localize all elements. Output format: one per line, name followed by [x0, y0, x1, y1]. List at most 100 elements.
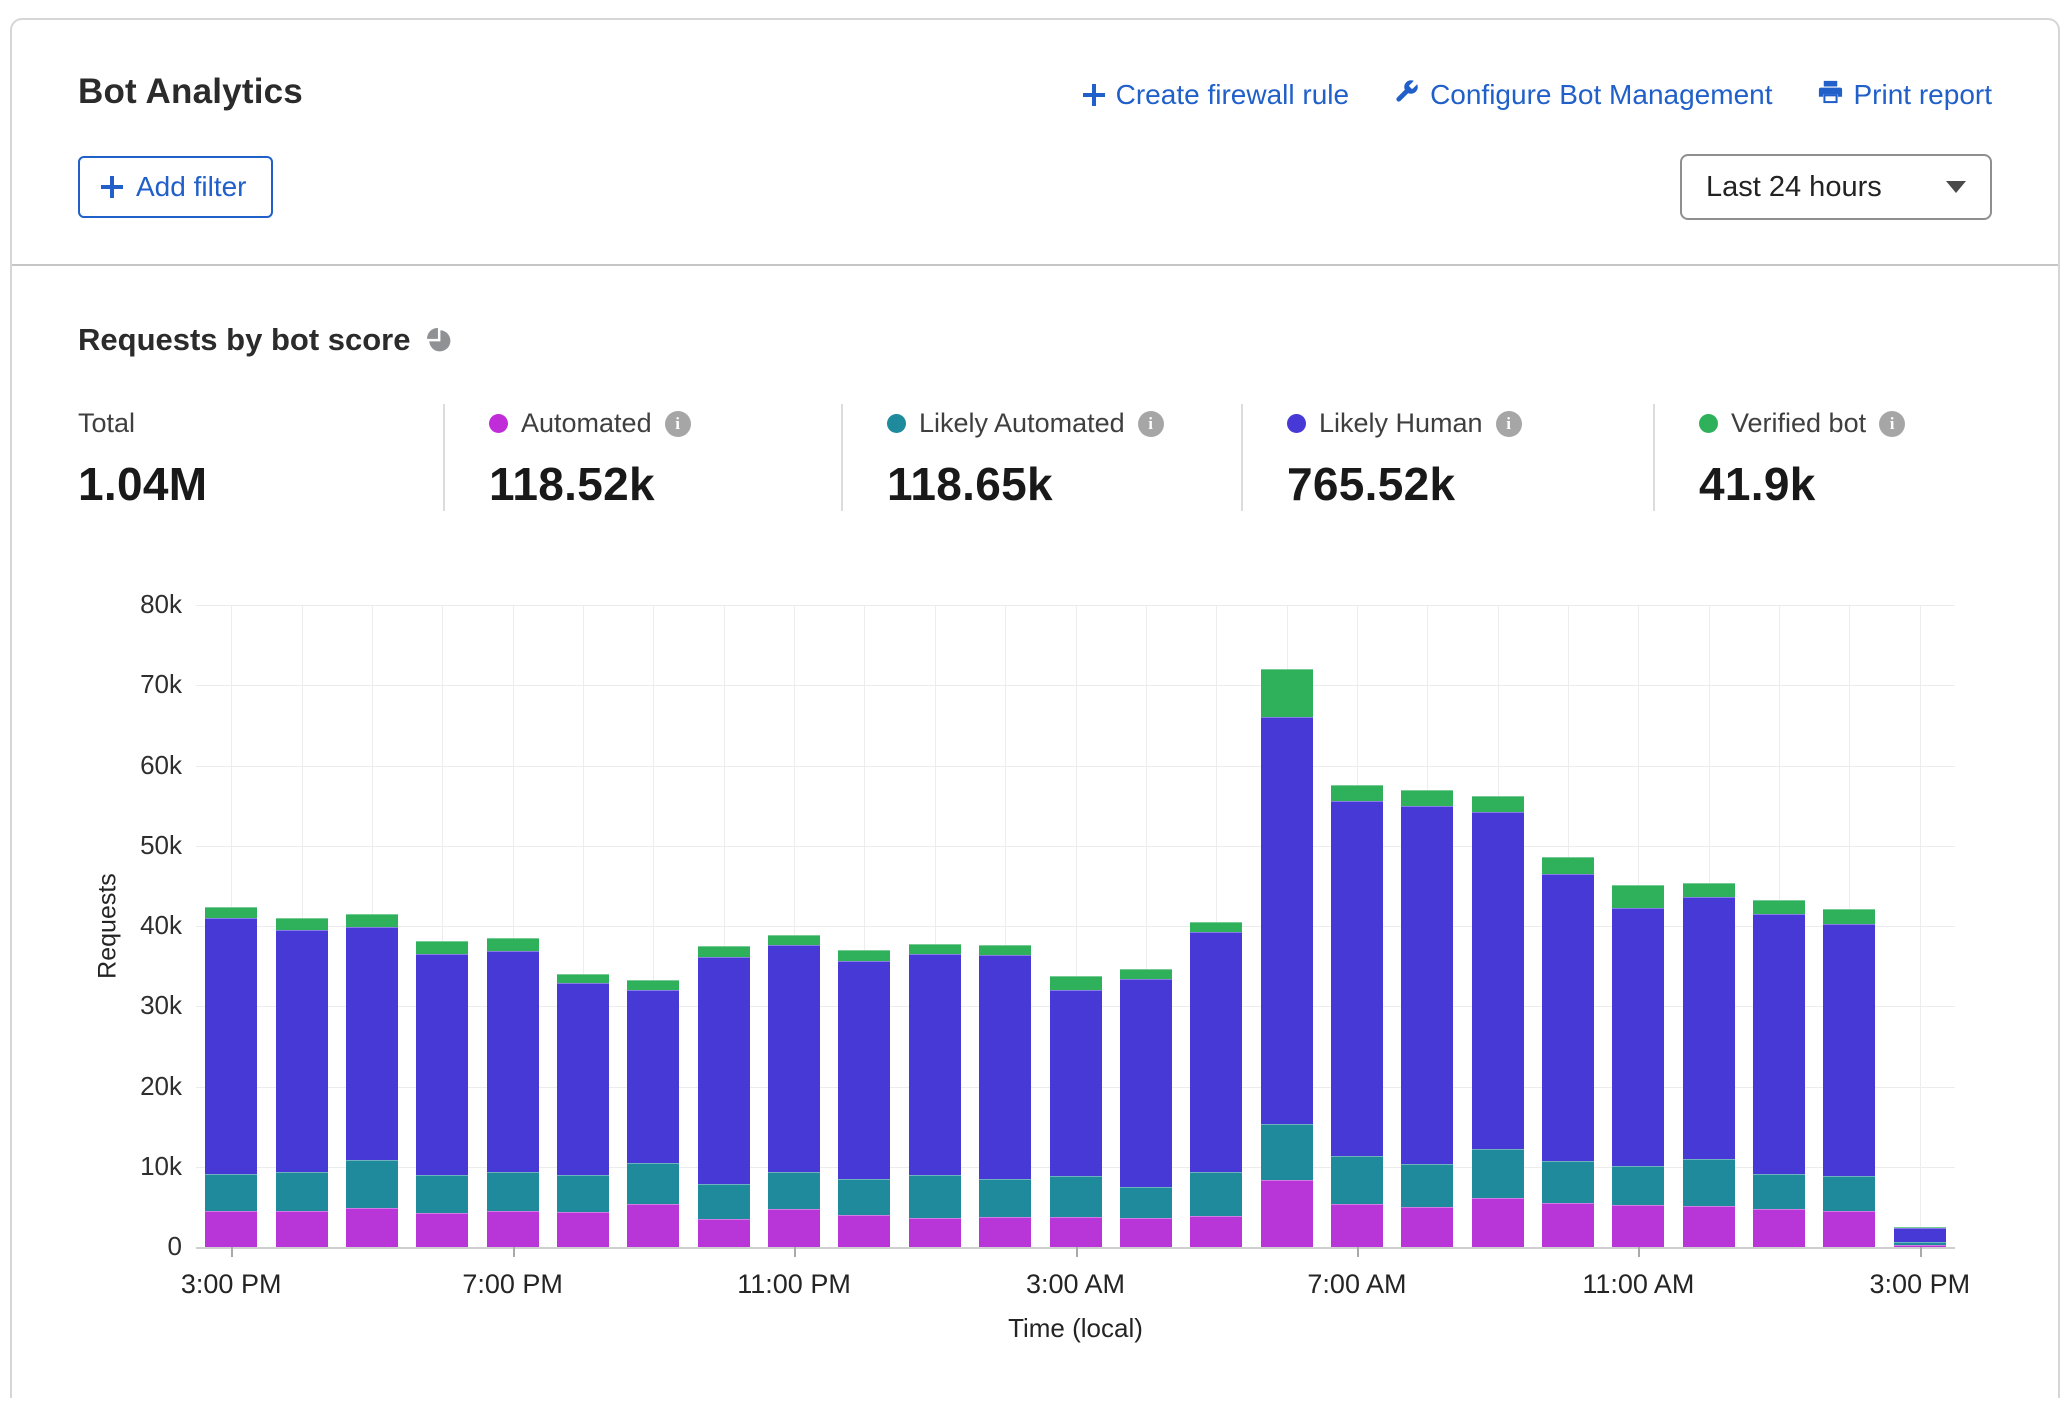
bar-segment-automated[interactable]: [1823, 1211, 1875, 1247]
bar-segment-automated[interactable]: [1612, 1205, 1664, 1247]
bar-segment-automated[interactable]: [1261, 1180, 1313, 1247]
bar-5:00 PM[interactable]: [346, 914, 398, 1247]
bar-12:00 AM[interactable]: [838, 950, 890, 1247]
bar-segment-verified-bot[interactable]: [627, 980, 679, 990]
bar-segment-likely-human[interactable]: [979, 955, 1031, 1179]
bar-3:00 AM[interactable]: [1050, 976, 1102, 1247]
bar-segment-verified-bot[interactable]: [1612, 885, 1664, 907]
bar-segment-likely-human[interactable]: [1753, 914, 1805, 1174]
bar-segment-likely-human[interactable]: [557, 983, 609, 1175]
info-icon[interactable]: [665, 411, 691, 437]
bar-segment-verified-bot[interactable]: [979, 945, 1031, 955]
bar-segment-likely-automated[interactable]: [1190, 1172, 1242, 1215]
bar-segment-likely-automated[interactable]: [1612, 1166, 1664, 1205]
bar-segment-automated[interactable]: [276, 1211, 328, 1247]
bar-segment-verified-bot[interactable]: [1401, 790, 1453, 807]
bar-8:00 PM[interactable]: [557, 974, 609, 1247]
bar-segment-automated[interactable]: [416, 1213, 468, 1247]
bar-segment-automated[interactable]: [1401, 1207, 1453, 1247]
bar-11:00 AM[interactable]: [1612, 885, 1664, 1247]
bar-segment-likely-automated[interactable]: [909, 1175, 961, 1218]
info-icon[interactable]: [1879, 411, 1905, 437]
bar-segment-likely-human[interactable]: [205, 918, 257, 1174]
bar-segment-automated[interactable]: [909, 1218, 961, 1247]
bar-segment-likely-automated[interactable]: [1683, 1159, 1735, 1206]
bar-6:00 PM[interactable]: [416, 941, 468, 1247]
bar-segment-verified-bot[interactable]: [698, 946, 750, 956]
bar-segment-likely-human[interactable]: [416, 954, 468, 1175]
bar-segment-verified-bot[interactable]: [416, 941, 468, 954]
configure-bot-management-link[interactable]: Configure Bot Management: [1393, 78, 1772, 112]
bar-segment-verified-bot[interactable]: [1190, 922, 1242, 932]
bar-10:00 PM[interactable]: [698, 946, 750, 1247]
bar-segment-likely-human[interactable]: [346, 927, 398, 1160]
bar-10:00 AM[interactable]: [1542, 857, 1594, 1247]
bar-7:00 AM[interactable]: [1331, 785, 1383, 1247]
bar-segment-automated[interactable]: [205, 1211, 257, 1247]
bar-segment-likely-human[interactable]: [838, 961, 890, 1178]
bar-segment-automated[interactable]: [557, 1212, 609, 1247]
bar-segment-verified-bot[interactable]: [1753, 900, 1805, 914]
bar-segment-verified-bot[interactable]: [346, 914, 398, 927]
bar-segment-verified-bot[interactable]: [1823, 909, 1875, 923]
create-firewall-rule-link[interactable]: Create firewall rule: [1082, 79, 1349, 111]
bar-segment-verified-bot[interactable]: [487, 938, 539, 951]
bar-segment-automated[interactable]: [979, 1217, 1031, 1247]
bar-7:00 PM[interactable]: [487, 938, 539, 1247]
bar-segment-likely-human[interactable]: [1542, 874, 1594, 1161]
bar-segment-likely-human[interactable]: [1050, 990, 1102, 1175]
bar-segment-automated[interactable]: [1753, 1209, 1805, 1247]
bar-segment-automated[interactable]: [838, 1215, 890, 1247]
bar-segment-likely-automated[interactable]: [627, 1163, 679, 1205]
bar-segment-automated[interactable]: [698, 1219, 750, 1247]
bar-segment-verified-bot[interactable]: [1261, 669, 1313, 717]
bar-segment-likely-automated[interactable]: [979, 1179, 1031, 1217]
bar-segment-automated[interactable]: [487, 1211, 539, 1247]
info-icon[interactable]: [1138, 411, 1164, 437]
bar-segment-likely-human[interactable]: [1472, 812, 1524, 1149]
bar-segment-likely-human[interactable]: [1823, 924, 1875, 1177]
bar-segment-likely-automated[interactable]: [416, 1175, 468, 1214]
bar-segment-likely-human[interactable]: [698, 957, 750, 1185]
bar-segment-likely-automated[interactable]: [487, 1172, 539, 1211]
bar-3:00 PM[interactable]: [1894, 1227, 1946, 1247]
bar-segment-likely-automated[interactable]: [557, 1175, 609, 1213]
bar-segment-verified-bot[interactable]: [205, 907, 257, 918]
time-range-select[interactable]: Last 24 hours: [1680, 154, 1992, 220]
bar-segment-likely-automated[interactable]: [276, 1172, 328, 1211]
bar-segment-likely-automated[interactable]: [1331, 1156, 1383, 1203]
bar-segment-likely-human[interactable]: [1683, 897, 1735, 1159]
bar-4:00 PM[interactable]: [276, 918, 328, 1247]
bar-segment-likely-automated[interactable]: [1120, 1187, 1172, 1218]
bar-segment-likely-automated[interactable]: [1823, 1176, 1875, 1211]
bar-segment-verified-bot[interactable]: [1050, 976, 1102, 990]
bar-segment-automated[interactable]: [1120, 1218, 1172, 1247]
bar-11:00 PM[interactable]: [768, 935, 820, 1247]
bar-segment-likely-automated[interactable]: [1261, 1124, 1313, 1180]
bar-segment-likely-human[interactable]: [627, 990, 679, 1163]
bar-segment-automated[interactable]: [346, 1208, 398, 1247]
bar-segment-automated[interactable]: [1050, 1217, 1102, 1247]
bar-segment-likely-automated[interactable]: [1542, 1161, 1594, 1203]
bar-segment-likely-human[interactable]: [768, 945, 820, 1171]
bar-segment-verified-bot[interactable]: [1472, 796, 1524, 812]
bar-segment-likely-human[interactable]: [487, 951, 539, 1172]
bar-2:00 PM[interactable]: [1823, 909, 1875, 1247]
bar-segment-automated[interactable]: [1331, 1204, 1383, 1247]
bar-segment-verified-bot[interactable]: [768, 935, 820, 945]
bar-segment-automated[interactable]: [1190, 1216, 1242, 1247]
bar-segment-automated[interactable]: [1542, 1203, 1594, 1247]
bar-segment-likely-automated[interactable]: [768, 1172, 820, 1210]
bar-segment-likely-human[interactable]: [1120, 979, 1172, 1187]
bar-segment-likely-human[interactable]: [1190, 932, 1242, 1172]
bar-5:00 AM[interactable]: [1190, 922, 1242, 1247]
bar-segment-likely-automated[interactable]: [346, 1160, 398, 1208]
bar-segment-automated[interactable]: [1683, 1206, 1735, 1247]
bar-segment-likely-automated[interactable]: [1401, 1164, 1453, 1207]
bar-segment-verified-bot[interactable]: [838, 950, 890, 961]
bar-9:00 AM[interactable]: [1472, 796, 1524, 1247]
bar-segment-likely-human[interactable]: [1401, 806, 1453, 1163]
bar-segment-automated[interactable]: [1472, 1198, 1524, 1247]
bar-segment-likely-human[interactable]: [1331, 801, 1383, 1157]
bar-segment-likely-human[interactable]: [909, 954, 961, 1175]
